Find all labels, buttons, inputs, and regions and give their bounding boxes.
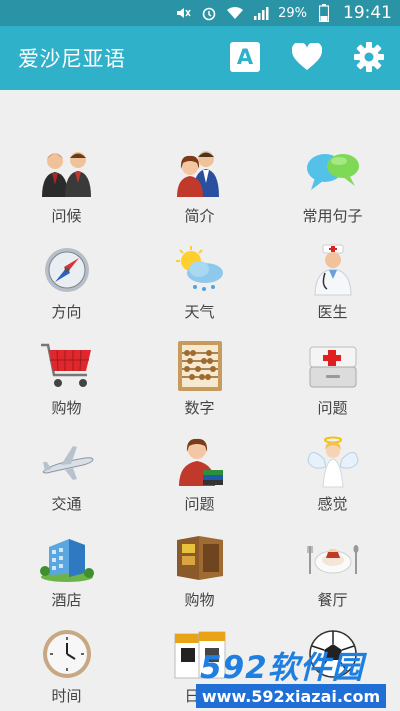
- wifi-icon: [226, 4, 244, 22]
- category-time[interactable]: 时间: [0, 626, 133, 711]
- category-label: 医生: [317, 303, 348, 321]
- category-greetings[interactable]: 问候: [0, 146, 133, 242]
- first-aid-kit-icon: [305, 338, 361, 394]
- favorites-button[interactable]: [290, 40, 324, 74]
- battery-icon: [315, 4, 333, 22]
- status-bar: 29% 19:41: [0, 0, 400, 26]
- settings-button[interactable]: [352, 40, 386, 74]
- category-label: 交通: [51, 495, 82, 513]
- alarm-icon: [200, 4, 218, 22]
- category-numbers[interactable]: 数字: [133, 338, 266, 434]
- category-label: 问候: [51, 207, 82, 225]
- category-hotel[interactable]: 酒店: [0, 530, 133, 626]
- category-label: 天气: [184, 303, 215, 321]
- category-common-phrases[interactable]: 常用句子: [266, 146, 399, 242]
- people-greeting-icon: [39, 146, 95, 202]
- font-size-button[interactable]: A: [228, 40, 262, 74]
- signal-icon: [252, 4, 270, 22]
- weather-icon: [172, 242, 228, 298]
- category-label: 购物: [51, 399, 82, 417]
- category-transport[interactable]: 交通: [0, 434, 133, 530]
- speech-bubbles-icon: [305, 146, 361, 202]
- app-actions: A: [228, 40, 386, 74]
- app-title: 爱沙尼亚语: [18, 47, 126, 71]
- mute-icon: [174, 4, 192, 22]
- battery-percent: 29%: [278, 5, 307, 21]
- watermark: 592软件园 www.592xiazai.com: [196, 636, 400, 711]
- category-directions[interactable]: 方向: [0, 242, 133, 338]
- category-feelings[interactable]: 感觉: [266, 434, 399, 530]
- category-doctor[interactable]: 医生: [266, 242, 399, 338]
- hotel-icon: [39, 530, 95, 586]
- watermark-url: www.592xiazai.com: [196, 684, 386, 708]
- category-weather[interactable]: 天气: [133, 242, 266, 338]
- category-label: 餐厅: [317, 591, 348, 609]
- font-icon: A: [230, 42, 260, 72]
- category-label: 方向: [51, 303, 82, 321]
- clock-time: 19:41: [343, 3, 392, 23]
- category-restaurant[interactable]: 餐厅: [266, 530, 399, 626]
- clock-icon: [39, 626, 95, 682]
- category-label: 数字: [184, 399, 215, 417]
- app-bar: 爱沙尼亚语 A: [0, 26, 400, 90]
- category-shopping[interactable]: 购物: [0, 338, 133, 434]
- doctor-icon: [305, 242, 361, 298]
- wallet-icon: [172, 530, 228, 586]
- category-introduction[interactable]: 简介: [133, 146, 266, 242]
- compass-icon: [39, 242, 95, 298]
- category-label: 购物: [184, 591, 215, 609]
- watermark-brand: 592软件园: [200, 650, 364, 686]
- category-shopping-wallet[interactable]: 购物: [133, 530, 266, 626]
- category-label: 问题: [184, 495, 215, 513]
- category-grid: 问候 简介 常用句子 方向 天气 医生 购物 数字 问题 交通 问题 感觉 酒店…: [0, 90, 400, 711]
- angel-icon: [305, 434, 361, 490]
- category-label: 酒店: [51, 591, 82, 609]
- abacus-icon: [172, 338, 228, 394]
- category-questions[interactable]: 问题: [133, 434, 266, 530]
- category-label: 简介: [184, 207, 215, 225]
- category-label: 时间: [51, 687, 82, 705]
- airplane-icon: [39, 434, 95, 490]
- category-label: 感觉: [317, 495, 348, 513]
- shopping-cart-icon: [39, 338, 95, 394]
- couple-icon: [172, 146, 228, 202]
- category-problems[interactable]: 问题: [266, 338, 399, 434]
- category-label: 常用句子: [302, 207, 363, 225]
- category-label: 问题: [317, 399, 348, 417]
- dining-icon: [305, 530, 361, 586]
- woman-books-icon: [172, 434, 228, 490]
- gear-icon: [354, 42, 384, 72]
- heart-icon: [292, 43, 322, 70]
